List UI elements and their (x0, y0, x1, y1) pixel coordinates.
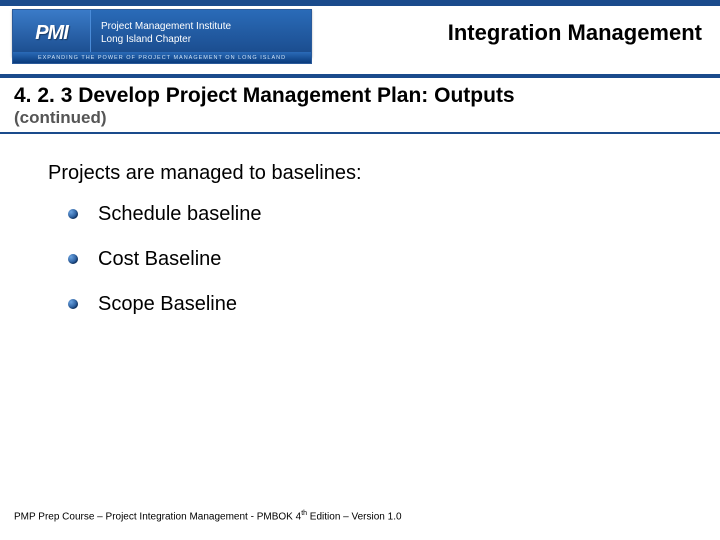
footer-prefix: PMP Prep Course – Project Integration Ma… (14, 511, 301, 522)
logo-line1: Project Management Institute (101, 20, 311, 33)
pmi-logo: PMI Project Management Institute Long Is… (12, 9, 312, 57)
bullet-icon (68, 299, 78, 309)
pmi-logo-caption: Project Management Institute Long Island… (91, 10, 311, 56)
pmi-logo-banner: EXPANDING THE POWER OF PROJECT MANAGEMEN… (12, 52, 312, 64)
content-area: Projects are managed to baselines: Sched… (0, 134, 720, 316)
list-item: Schedule baseline (68, 203, 720, 226)
bullet-icon (68, 254, 78, 264)
footer-text: PMP Prep Course – Project Integration Ma… (14, 510, 402, 522)
bullet-text: Cost Baseline (98, 248, 221, 270)
bullet-list: Schedule baseline Cost Baseline Scope Ba… (48, 203, 720, 316)
section-heading: 4. 2. 3 Develop Project Management Plan:… (0, 78, 720, 108)
list-item: Scope Baseline (68, 293, 720, 316)
bullet-text: Scope Baseline (98, 293, 237, 315)
page-title: Integration Management (312, 20, 720, 46)
bullet-text: Schedule baseline (98, 203, 261, 225)
section-subheading: (continued) (0, 108, 720, 130)
list-item: Cost Baseline (68, 248, 720, 271)
footer-suffix: Edition – Version 1.0 (307, 511, 402, 522)
bullet-icon (68, 209, 78, 219)
pmi-logo-text: PMI (35, 22, 68, 45)
intro-text: Projects are managed to baselines: (48, 162, 720, 185)
pmi-logo-mark: PMI (13, 10, 91, 56)
logo-line2: Long Island Chapter (101, 33, 311, 46)
